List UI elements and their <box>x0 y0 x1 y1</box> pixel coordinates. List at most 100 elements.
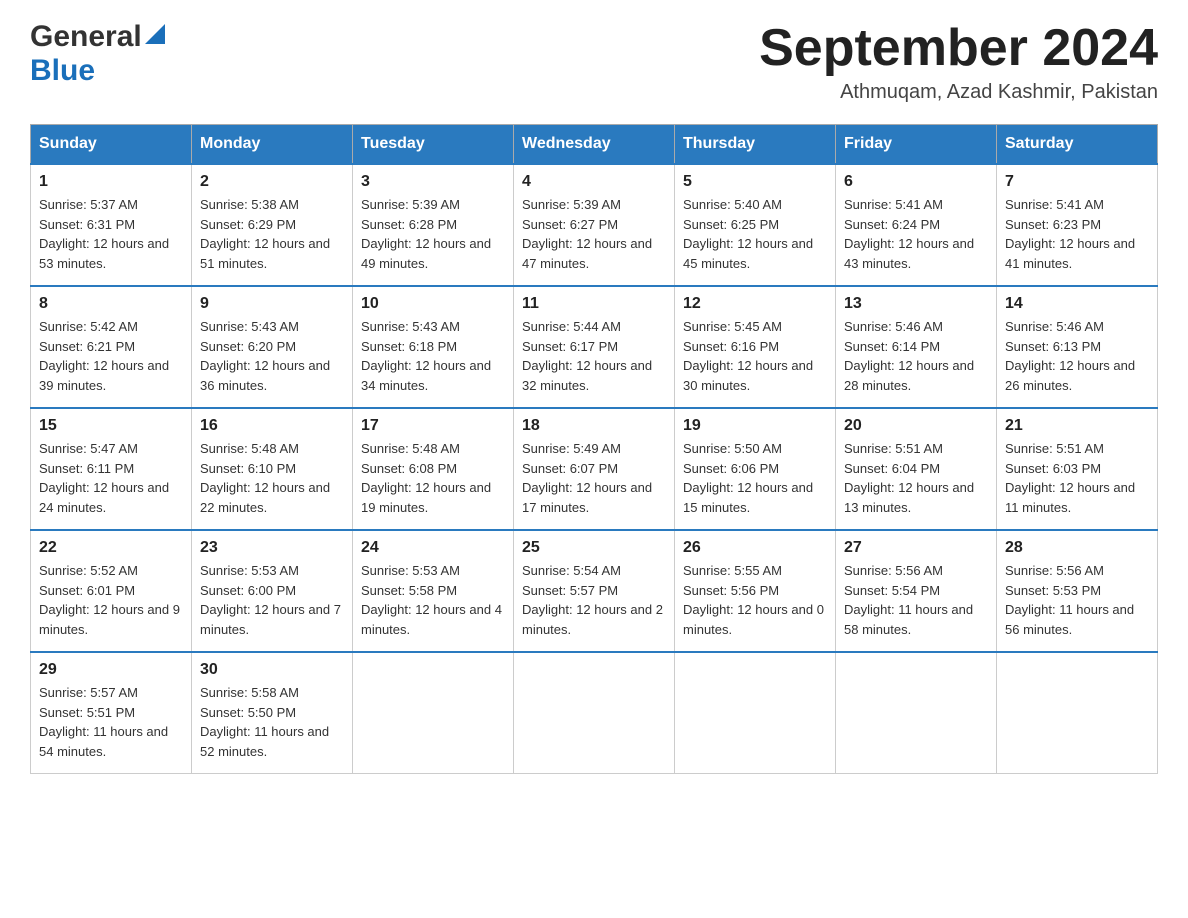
table-row: 23 Sunrise: 5:53 AMSunset: 6:00 PMDaylig… <box>192 530 353 652</box>
day-info: Sunrise: 5:43 AMSunset: 6:20 PMDaylight:… <box>200 319 330 393</box>
day-number: 28 <box>1005 539 1149 557</box>
title-block: September 2024 Athmuqam, Azad Kashmir, P… <box>759 20 1158 104</box>
day-info: Sunrise: 5:56 AMSunset: 5:53 PMDaylight:… <box>1005 563 1134 637</box>
table-row: 9 Sunrise: 5:43 AMSunset: 6:20 PMDayligh… <box>192 286 353 408</box>
day-number: 22 <box>39 539 183 557</box>
day-number: 3 <box>361 173 505 191</box>
day-number: 6 <box>844 173 988 191</box>
day-number: 4 <box>522 173 666 191</box>
table-row: 17 Sunrise: 5:48 AMSunset: 6:08 PMDaylig… <box>353 408 514 530</box>
table-row: 5 Sunrise: 5:40 AMSunset: 6:25 PMDayligh… <box>675 164 836 286</box>
day-number: 19 <box>683 417 827 435</box>
table-row <box>514 652 675 774</box>
calendar-week-row: 29 Sunrise: 5:57 AMSunset: 5:51 PMDaylig… <box>31 652 1158 774</box>
calendar-week-row: 22 Sunrise: 5:52 AMSunset: 6:01 PMDaylig… <box>31 530 1158 652</box>
day-number: 5 <box>683 173 827 191</box>
day-info: Sunrise: 5:49 AMSunset: 6:07 PMDaylight:… <box>522 441 652 515</box>
day-info: Sunrise: 5:53 AMSunset: 6:00 PMDaylight:… <box>200 563 341 637</box>
day-info: Sunrise: 5:39 AMSunset: 6:28 PMDaylight:… <box>361 197 491 271</box>
logo-general-text: General <box>30 20 142 54</box>
table-row: 3 Sunrise: 5:39 AMSunset: 6:28 PMDayligh… <box>353 164 514 286</box>
day-info: Sunrise: 5:50 AMSunset: 6:06 PMDaylight:… <box>683 441 813 515</box>
day-info: Sunrise: 5:45 AMSunset: 6:16 PMDaylight:… <box>683 319 813 393</box>
day-number: 25 <box>522 539 666 557</box>
day-number: 16 <box>200 417 344 435</box>
table-row: 19 Sunrise: 5:50 AMSunset: 6:06 PMDaylig… <box>675 408 836 530</box>
table-row <box>353 652 514 774</box>
day-number: 27 <box>844 539 988 557</box>
calendar-table: Sunday Monday Tuesday Wednesday Thursday… <box>30 124 1158 774</box>
table-row: 15 Sunrise: 5:47 AMSunset: 6:11 PMDaylig… <box>31 408 192 530</box>
day-info: Sunrise: 5:37 AMSunset: 6:31 PMDaylight:… <box>39 197 169 271</box>
day-number: 15 <box>39 417 183 435</box>
table-row: 11 Sunrise: 5:44 AMSunset: 6:17 PMDaylig… <box>514 286 675 408</box>
table-row: 16 Sunrise: 5:48 AMSunset: 6:10 PMDaylig… <box>192 408 353 530</box>
col-friday: Friday <box>836 125 997 165</box>
table-row: 13 Sunrise: 5:46 AMSunset: 6:14 PMDaylig… <box>836 286 997 408</box>
day-number: 21 <box>1005 417 1149 435</box>
table-row: 2 Sunrise: 5:38 AMSunset: 6:29 PMDayligh… <box>192 164 353 286</box>
day-info: Sunrise: 5:39 AMSunset: 6:27 PMDaylight:… <box>522 197 652 271</box>
table-row: 1 Sunrise: 5:37 AMSunset: 6:31 PMDayligh… <box>31 164 192 286</box>
table-row: 25 Sunrise: 5:54 AMSunset: 5:57 PMDaylig… <box>514 530 675 652</box>
table-row: 28 Sunrise: 5:56 AMSunset: 5:53 PMDaylig… <box>997 530 1158 652</box>
month-title: September 2024 <box>759 20 1158 77</box>
day-number: 26 <box>683 539 827 557</box>
day-info: Sunrise: 5:41 AMSunset: 6:23 PMDaylight:… <box>1005 197 1135 271</box>
day-info: Sunrise: 5:38 AMSunset: 6:29 PMDaylight:… <box>200 197 330 271</box>
day-number: 14 <box>1005 295 1149 313</box>
table-row <box>997 652 1158 774</box>
day-info: Sunrise: 5:58 AMSunset: 5:50 PMDaylight:… <box>200 685 329 759</box>
col-sunday: Sunday <box>31 125 192 165</box>
table-row: 14 Sunrise: 5:46 AMSunset: 6:13 PMDaylig… <box>997 286 1158 408</box>
day-info: Sunrise: 5:44 AMSunset: 6:17 PMDaylight:… <box>522 319 652 393</box>
day-info: Sunrise: 5:48 AMSunset: 6:08 PMDaylight:… <box>361 441 491 515</box>
table-row: 6 Sunrise: 5:41 AMSunset: 6:24 PMDayligh… <box>836 164 997 286</box>
table-row: 20 Sunrise: 5:51 AMSunset: 6:04 PMDaylig… <box>836 408 997 530</box>
table-row: 30 Sunrise: 5:58 AMSunset: 5:50 PMDaylig… <box>192 652 353 774</box>
day-number: 7 <box>1005 173 1149 191</box>
table-row: 22 Sunrise: 5:52 AMSunset: 6:01 PMDaylig… <box>31 530 192 652</box>
day-info: Sunrise: 5:48 AMSunset: 6:10 PMDaylight:… <box>200 441 330 515</box>
table-row <box>675 652 836 774</box>
day-info: Sunrise: 5:47 AMSunset: 6:11 PMDaylight:… <box>39 441 169 515</box>
day-number: 13 <box>844 295 988 313</box>
day-info: Sunrise: 5:53 AMSunset: 5:58 PMDaylight:… <box>361 563 502 637</box>
calendar-header-row: Sunday Monday Tuesday Wednesday Thursday… <box>31 125 1158 165</box>
day-number: 9 <box>200 295 344 313</box>
day-info: Sunrise: 5:43 AMSunset: 6:18 PMDaylight:… <box>361 319 491 393</box>
logo: General Blue <box>30 20 168 88</box>
day-info: Sunrise: 5:51 AMSunset: 6:03 PMDaylight:… <box>1005 441 1135 515</box>
day-number: 20 <box>844 417 988 435</box>
calendar-week-row: 1 Sunrise: 5:37 AMSunset: 6:31 PMDayligh… <box>31 164 1158 286</box>
day-number: 23 <box>200 539 344 557</box>
col-thursday: Thursday <box>675 125 836 165</box>
day-info: Sunrise: 5:55 AMSunset: 5:56 PMDaylight:… <box>683 563 824 637</box>
day-info: Sunrise: 5:51 AMSunset: 6:04 PMDaylight:… <box>844 441 974 515</box>
day-number: 10 <box>361 295 505 313</box>
table-row: 21 Sunrise: 5:51 AMSunset: 6:03 PMDaylig… <box>997 408 1158 530</box>
page-header: General Blue September 2024 Athmuqam, Az… <box>30 20 1158 104</box>
day-number: 29 <box>39 661 183 679</box>
day-number: 30 <box>200 661 344 679</box>
col-monday: Monday <box>192 125 353 165</box>
day-info: Sunrise: 5:41 AMSunset: 6:24 PMDaylight:… <box>844 197 974 271</box>
day-number: 24 <box>361 539 505 557</box>
logo-triangle-icon <box>145 24 165 44</box>
table-row <box>836 652 997 774</box>
day-number: 8 <box>39 295 183 313</box>
day-number: 12 <box>683 295 827 313</box>
location-title: Athmuqam, Azad Kashmir, Pakistan <box>759 81 1158 104</box>
day-number: 2 <box>200 173 344 191</box>
col-saturday: Saturday <box>997 125 1158 165</box>
table-row: 24 Sunrise: 5:53 AMSunset: 5:58 PMDaylig… <box>353 530 514 652</box>
logo-blue-text: Blue <box>30 54 95 87</box>
table-row: 8 Sunrise: 5:42 AMSunset: 6:21 PMDayligh… <box>31 286 192 408</box>
col-wednesday: Wednesday <box>514 125 675 165</box>
table-row: 4 Sunrise: 5:39 AMSunset: 6:27 PMDayligh… <box>514 164 675 286</box>
day-number: 18 <box>522 417 666 435</box>
table-row: 7 Sunrise: 5:41 AMSunset: 6:23 PMDayligh… <box>997 164 1158 286</box>
calendar-week-row: 8 Sunrise: 5:42 AMSunset: 6:21 PMDayligh… <box>31 286 1158 408</box>
day-number: 17 <box>361 417 505 435</box>
day-info: Sunrise: 5:56 AMSunset: 5:54 PMDaylight:… <box>844 563 973 637</box>
